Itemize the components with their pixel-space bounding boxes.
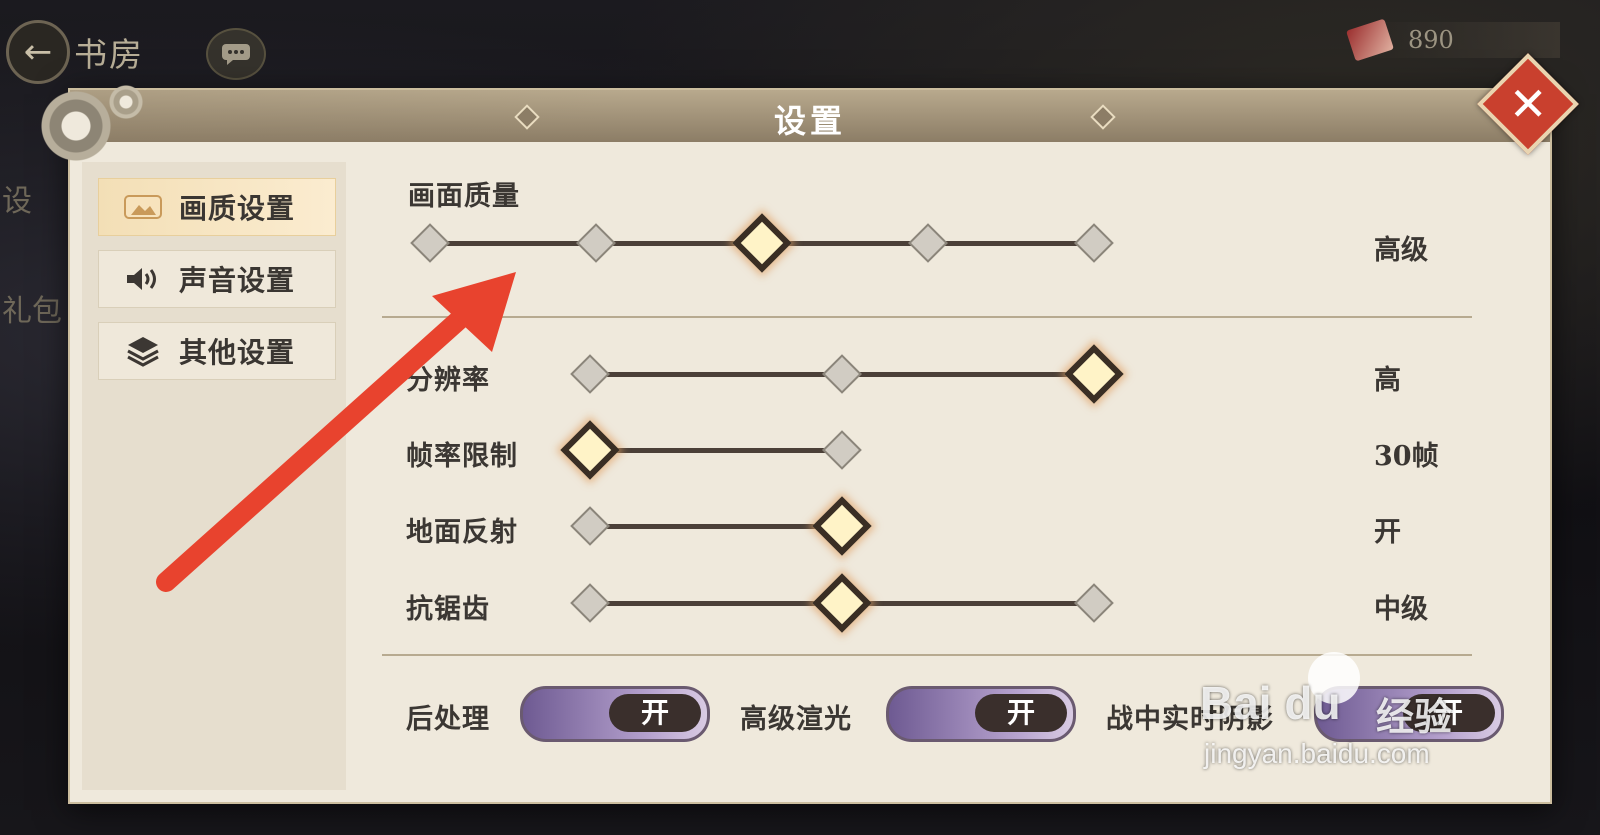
watermark-url: jingyan.baidu.com [1204, 738, 1430, 769]
watermark-brand: 经验 [1376, 695, 1453, 739]
watermark-logo: Bai du [1200, 677, 1341, 729]
annotation-arrow-icon [156, 272, 516, 592]
arrow-shaft [156, 300, 480, 592]
